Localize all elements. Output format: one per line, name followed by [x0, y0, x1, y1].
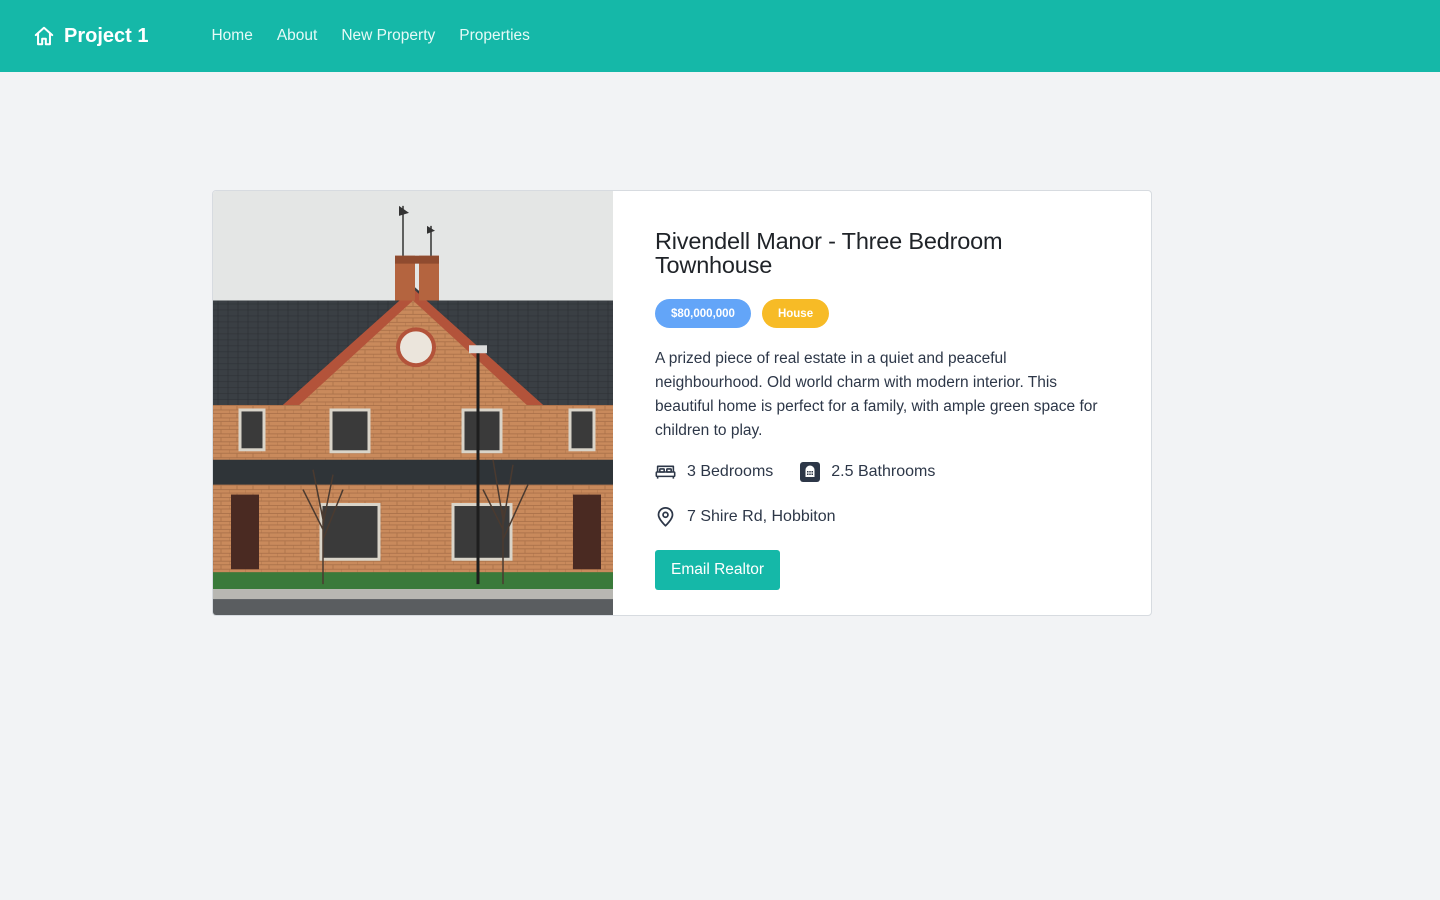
- property-details: Rivendell Manor - Three Bedroom Townhous…: [613, 191, 1151, 615]
- address-label: 7 Shire Rd, Hobbiton: [687, 508, 836, 525]
- property-features: 3 Bedrooms 2.5 Bathrooms: [655, 462, 1109, 482]
- type-badge: House: [761, 299, 830, 328]
- bed-icon: [655, 464, 687, 480]
- property-card: Rivendell Manor - Three Bedroom Townhous…: [212, 190, 1152, 616]
- bathroom-icon: [800, 462, 831, 482]
- bedrooms-feature: 3 Bedrooms: [655, 463, 773, 481]
- property-photo: [213, 191, 613, 615]
- nav-link-properties[interactable]: Properties: [459, 27, 530, 45]
- top-navbar: Project 1 Home About New Property Proper…: [0, 0, 1440, 72]
- price-badge: $80,000,000: [655, 299, 751, 328]
- brand-name: Project 1: [64, 24, 149, 47]
- property-location: 7 Shire Rd, Hobbiton: [655, 506, 1109, 528]
- home-icon: [33, 25, 55, 47]
- property-badges: $80,000,000 House: [655, 299, 1109, 328]
- nav-links: Home About New Property Properties: [211, 27, 553, 45]
- bathrooms-label: 2.5 Bathrooms: [831, 463, 936, 480]
- property-title: Rivendell Manor - Three Bedroom Townhous…: [655, 228, 1003, 278]
- bathrooms-feature: 2.5 Bathrooms: [800, 462, 935, 482]
- nav-link-new-property[interactable]: New Property: [341, 27, 435, 45]
- nav-link-about[interactable]: About: [277, 27, 318, 45]
- property-description: A prized piece of real estate in a quiet…: [655, 350, 1098, 439]
- email-realtor-button[interactable]: Email Realtor: [655, 550, 781, 590]
- nav-link-home[interactable]: Home: [211, 27, 252, 45]
- bedrooms-label: 3 Bedrooms: [687, 463, 774, 480]
- brand-link[interactable]: Project 1: [33, 25, 148, 48]
- location-pin-icon: [655, 506, 687, 528]
